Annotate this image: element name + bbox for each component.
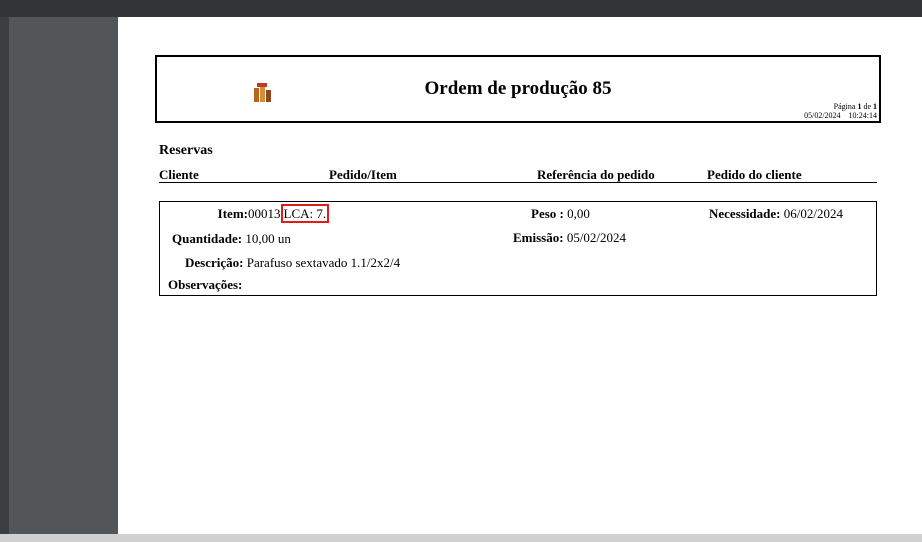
- column-header-cliente: Cliente: [159, 167, 199, 182]
- necessidade-field: Necessidade: 06/02/2024: [709, 206, 843, 222]
- page-info: Página 1 de 1 05/02/2024 10:24:14: [804, 102, 877, 120]
- descricao-label: Descrição:: [185, 255, 244, 270]
- print-time: 10:24:14: [848, 111, 877, 120]
- document-page: Ordem de produção 85 Página 1 de 1 05/02…: [118, 17, 922, 534]
- peso-value: 0,00: [567, 206, 590, 221]
- descricao-value: Parafuso sextavado 1.1/2x2/4: [246, 255, 401, 270]
- document-title: Ordem de produção 85: [424, 78, 612, 99]
- of-label: de: [863, 102, 871, 111]
- quantidade-value: 10,00 un: [245, 231, 291, 246]
- emissao-field: Emissão: 05/02/2024: [513, 230, 626, 246]
- emissao-label: Emissão:: [513, 230, 564, 245]
- print-date: 05/02/2024: [804, 111, 841, 120]
- column-header-pedido-cliente: Pedido do cliente: [707, 167, 802, 182]
- page-total: 1: [873, 102, 877, 111]
- viewer-left-strip: [0, 17, 9, 542]
- observacoes-label: Observações:: [168, 277, 243, 292]
- section-title: Reservas: [159, 143, 213, 158]
- quantidade-label: Quantidade:: [172, 231, 243, 246]
- column-header-referencia: Referência do pedido: [537, 167, 655, 182]
- viewer-toolbar: [0, 0, 922, 17]
- page-number: 1: [857, 102, 862, 111]
- quantidade-field: Quantidade: 10,00 un: [172, 231, 291, 247]
- item-value: 00013 LCA: 7.: [248, 204, 330, 223]
- reservation-detail: Item: 00013 LCA: 7. Peso : 0,00 Necessida…: [159, 201, 877, 296]
- observacoes-field: Observações:: [168, 277, 242, 293]
- peso-field: Peso : 0,00: [531, 206, 590, 222]
- necessidade-value: 06/02/2024: [783, 206, 843, 221]
- report-header: Ordem de produção 85 Página 1 de 1 05/02…: [155, 55, 881, 123]
- column-header-pedido-item: Pedido/Item: [329, 167, 397, 182]
- viewer-bottom-bar: [0, 534, 922, 542]
- emissao-value: 05/02/2024: [566, 230, 627, 245]
- necessidade-label: Necessidade:: [709, 206, 781, 221]
- header-divider: [159, 182, 877, 183]
- page-label: Página: [833, 102, 856, 111]
- peso-label: Peso :: [531, 206, 564, 221]
- descricao-field: Descrição: Parafuso sextavado 1.1/2x2/4: [185, 255, 400, 271]
- item-code: 00013: [248, 206, 281, 221]
- item-label: Item:: [217, 206, 248, 221]
- lca-highlight: LCA: 7.: [280, 204, 330, 223]
